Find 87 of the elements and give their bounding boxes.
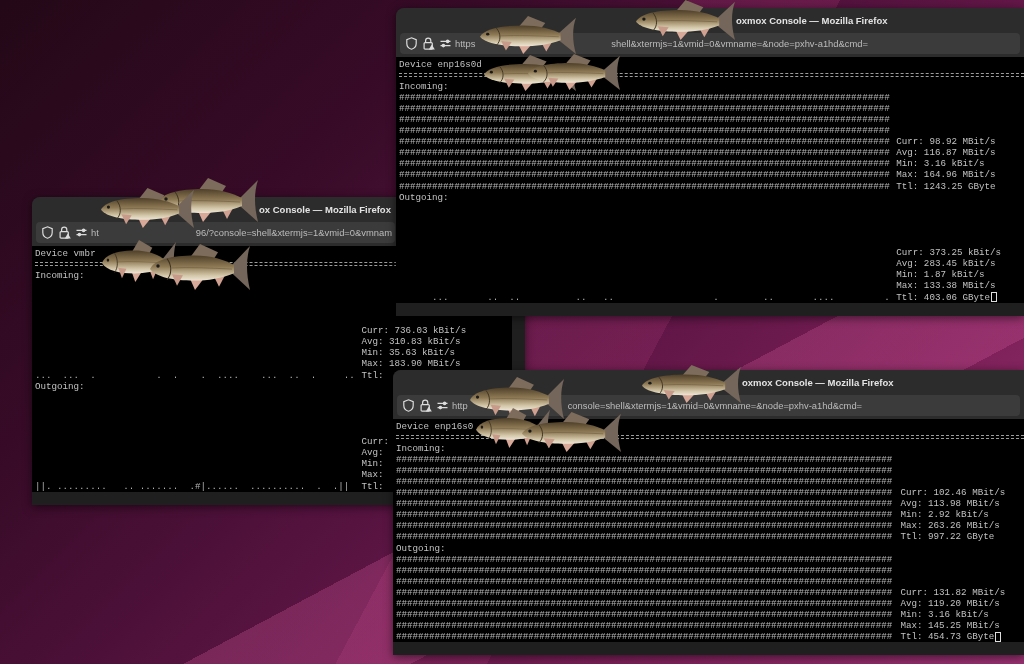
graph-row: ######################################################################################### xyxy=(399,114,890,126)
sliders-icon[interactable] xyxy=(437,401,448,410)
stat-line: Avg: xyxy=(361,447,384,459)
sliders-icon[interactable] xyxy=(76,228,87,237)
graph-row: ########################################################################################## xyxy=(396,520,893,532)
stat-line: Ttl: 403.06 GByte xyxy=(896,291,991,303)
graph-row: ########################################################################################## xyxy=(396,575,893,587)
section-label: Incoming: xyxy=(399,80,449,92)
url-text: 96/?console=shell&xtermjs=1&vmid=0&vmnam xyxy=(195,226,393,239)
device-label: Device enp16s0 xyxy=(396,420,474,432)
stat-line: Min: 3.16 kBit/s xyxy=(896,158,985,170)
stat-line: Avg: 116.87 MBit/s xyxy=(896,147,996,159)
stat-line: Min: 2.92 kBit/s xyxy=(900,509,989,521)
shield-icon[interactable] xyxy=(403,399,414,412)
window-title: ox Console — Mozilla Firefox xyxy=(259,203,391,216)
device-label: Device enp16s0d xyxy=(399,58,482,70)
section-label: Incoming: xyxy=(35,269,85,281)
window-title: oxmox Console — Mozilla Firefox xyxy=(742,376,894,389)
stat-line: Avg: 310.83 kBit/s xyxy=(361,336,461,348)
stat-line: Max: 183.90 MBit/s xyxy=(361,358,461,370)
device-label: Device vmbr xyxy=(35,247,96,259)
section-label: Outgoing: xyxy=(35,380,85,392)
stat-line: Ttl: xyxy=(361,480,384,492)
graph-row: ######################################################################################### xyxy=(399,158,890,170)
graph-row: ... ... . . . . .... ... .. . .. xyxy=(35,369,355,381)
section-label: Incoming: xyxy=(396,442,446,454)
graph-row: ########################################################################################## xyxy=(396,531,893,543)
stat-line: Avg: 283.45 kBit/s xyxy=(896,258,996,270)
graph-row: ########################################################################################## xyxy=(396,598,893,610)
stat-line: Curr: 131.82 MBit/s xyxy=(900,587,1006,599)
stat-line: Curr: xyxy=(361,436,389,448)
stat-line: Min: 3.16 kBit/s xyxy=(900,609,989,621)
shield-icon[interactable] xyxy=(406,37,417,50)
graph-row: ######################################################################################### xyxy=(399,102,890,114)
graph-row: ||. ......... .. ....... .#|...... .......... . .|| xyxy=(35,480,350,492)
url-text: http xyxy=(452,399,468,412)
stat-line: Ttl: 1243.25 GByte xyxy=(896,180,996,192)
graph-row: ########################################################################################## xyxy=(396,553,893,565)
graph-row: ... .. .. .. .. . .. .... . xyxy=(432,291,890,303)
window-title: oxmox Console — Mozilla Firefox xyxy=(736,14,888,27)
graph-row: ######################################################################################### xyxy=(399,91,890,103)
stat-line: Max: 145.25 MBit/s xyxy=(900,620,1000,632)
stat-line: Max: 164.96 MBit/s xyxy=(896,169,996,181)
address-bar[interactable]: https shell&xtermjs=1&vmid=0&vmname=&node=pxhv-a1hd&cmd= xyxy=(400,33,1020,54)
shield-icon[interactable] xyxy=(42,226,53,239)
graph-row: ########################################################################################## xyxy=(396,620,893,632)
stat-line: Min: xyxy=(361,458,384,470)
graph-row: ########################################################################################## xyxy=(396,564,893,576)
stat-line: Ttl: xyxy=(361,369,384,381)
stat-line: Ttl: 997.22 GByte xyxy=(900,531,995,543)
stat-line: Max: xyxy=(361,469,384,481)
stat-line: Max: 133.38 MBit/s xyxy=(896,280,996,292)
stat-line: Avg: 119.20 MBit/s xyxy=(900,598,1000,610)
graph-row: ########################################################################################## xyxy=(396,453,893,465)
sliders-icon[interactable] xyxy=(440,39,451,48)
stat-line: Min: 1.87 kBit/s xyxy=(896,269,985,281)
address-bar[interactable]: ht 96/?console=shell&xtermjs=1&vmid=0&vmnam xyxy=(36,222,395,243)
graph-row: ########################################################################################## xyxy=(396,487,893,499)
stat-line: Curr: 736.03 kBit/s xyxy=(361,325,467,337)
url-text: ht xyxy=(91,226,99,239)
graph-row: ########################################################################################## xyxy=(396,498,893,510)
url-text: https xyxy=(455,37,476,50)
stat-line: Curr: 373.25 kBit/s xyxy=(896,247,1002,259)
section-label: Outgoing: xyxy=(399,191,449,203)
stat-line: Avg: 113.98 MBit/s xyxy=(900,498,1000,510)
graph-row: ######################################################################################### xyxy=(399,169,890,181)
graph-row: ########################################################################################## xyxy=(396,464,893,476)
stat-line: Curr: 98.92 MBit/s xyxy=(896,136,996,148)
graph-row: ######################################################################################### xyxy=(399,147,890,159)
graph-row: ######################################################################################### xyxy=(399,125,890,137)
graph-row: ########################################################################################## xyxy=(396,587,893,599)
graph-row: ########################################################################################## xyxy=(396,609,893,621)
graph-row: ########################################################################################## xyxy=(396,509,893,521)
lock-icon[interactable] xyxy=(423,37,435,50)
stat-line: Max: 263.26 MBit/s xyxy=(900,520,1000,532)
lock-icon[interactable] xyxy=(59,226,71,239)
graph-row: ########################################################################################## xyxy=(396,631,893,643)
stat-line: Curr: 102.46 MBit/s xyxy=(900,487,1006,499)
url-text: shell&xtermjs=1&vmid=0&vmname=&node=pxhv-a1hd&cmd= xyxy=(611,37,868,50)
stat-line: Min: 35.63 kBit/s xyxy=(361,347,456,359)
stat-line: Ttl: 454.73 GByte xyxy=(900,631,995,643)
lock-icon[interactable] xyxy=(420,399,432,412)
graph-row: ########################################################################################## xyxy=(396,476,893,488)
graph-row: ######################################################################################### xyxy=(399,180,890,192)
graph-row: ######################################################################################### xyxy=(399,136,890,148)
section-label: Outgoing: xyxy=(396,542,446,554)
url-text: console=shell&xtermjs=1&vmid=0&vmname=&node=pxhv-a1hd&cmd= xyxy=(567,399,863,412)
